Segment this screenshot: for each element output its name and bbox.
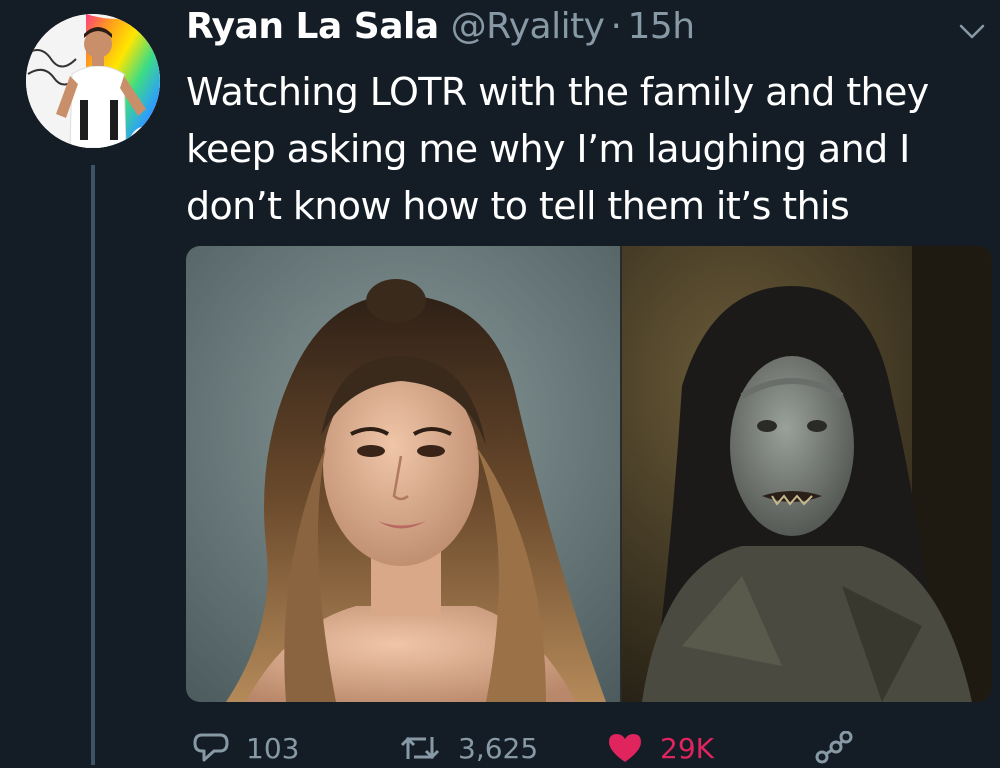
retweet-icon — [400, 736, 440, 760]
tweet-header: Ryan La Sala @Ryality · 15h — [186, 6, 695, 66]
tweet-text-line: don’t know how to tell them it’s this — [186, 184, 850, 228]
separator-dot: · — [610, 6, 622, 47]
chevron-down-icon[interactable] — [958, 22, 986, 42]
handle[interactable]: @Ryality — [451, 6, 605, 47]
like-count: 29K — [660, 731, 714, 765]
tweet-text-line: Watching LOTR with the family and they — [186, 70, 929, 114]
share-icon — [815, 731, 853, 764]
tweet-actions: 103 3,625 29K — [186, 728, 986, 768]
retweet-button[interactable]: 3,625 — [398, 728, 538, 768]
like-button[interactable]: 29K — [606, 728, 714, 768]
retweet-count: 3,625 — [458, 731, 539, 765]
heart-icon — [609, 734, 641, 762]
avatar[interactable] — [26, 14, 160, 148]
display-name[interactable]: Ryan La Sala — [186, 6, 439, 47]
reply-icon — [193, 733, 229, 762]
reply-button[interactable]: 103 — [192, 728, 299, 768]
tweet-text: Watching LOTR with the family and they k… — [186, 64, 976, 235]
timestamp[interactable]: 15h — [627, 6, 695, 47]
tweet-text-line: keep asking me why I’m laughing and I — [186, 127, 910, 171]
share-button[interactable] — [814, 728, 854, 768]
thread-line — [91, 165, 95, 765]
tweet[interactable]: Ryan La Sala @Ryality · 15h Watching LOT… — [0, 0, 1000, 765]
media-photo-right[interactable] — [622, 246, 992, 702]
reply-count: 103 — [246, 731, 300, 765]
tweet-media[interactable] — [186, 246, 992, 702]
media-photo-left[interactable] — [186, 246, 620, 702]
